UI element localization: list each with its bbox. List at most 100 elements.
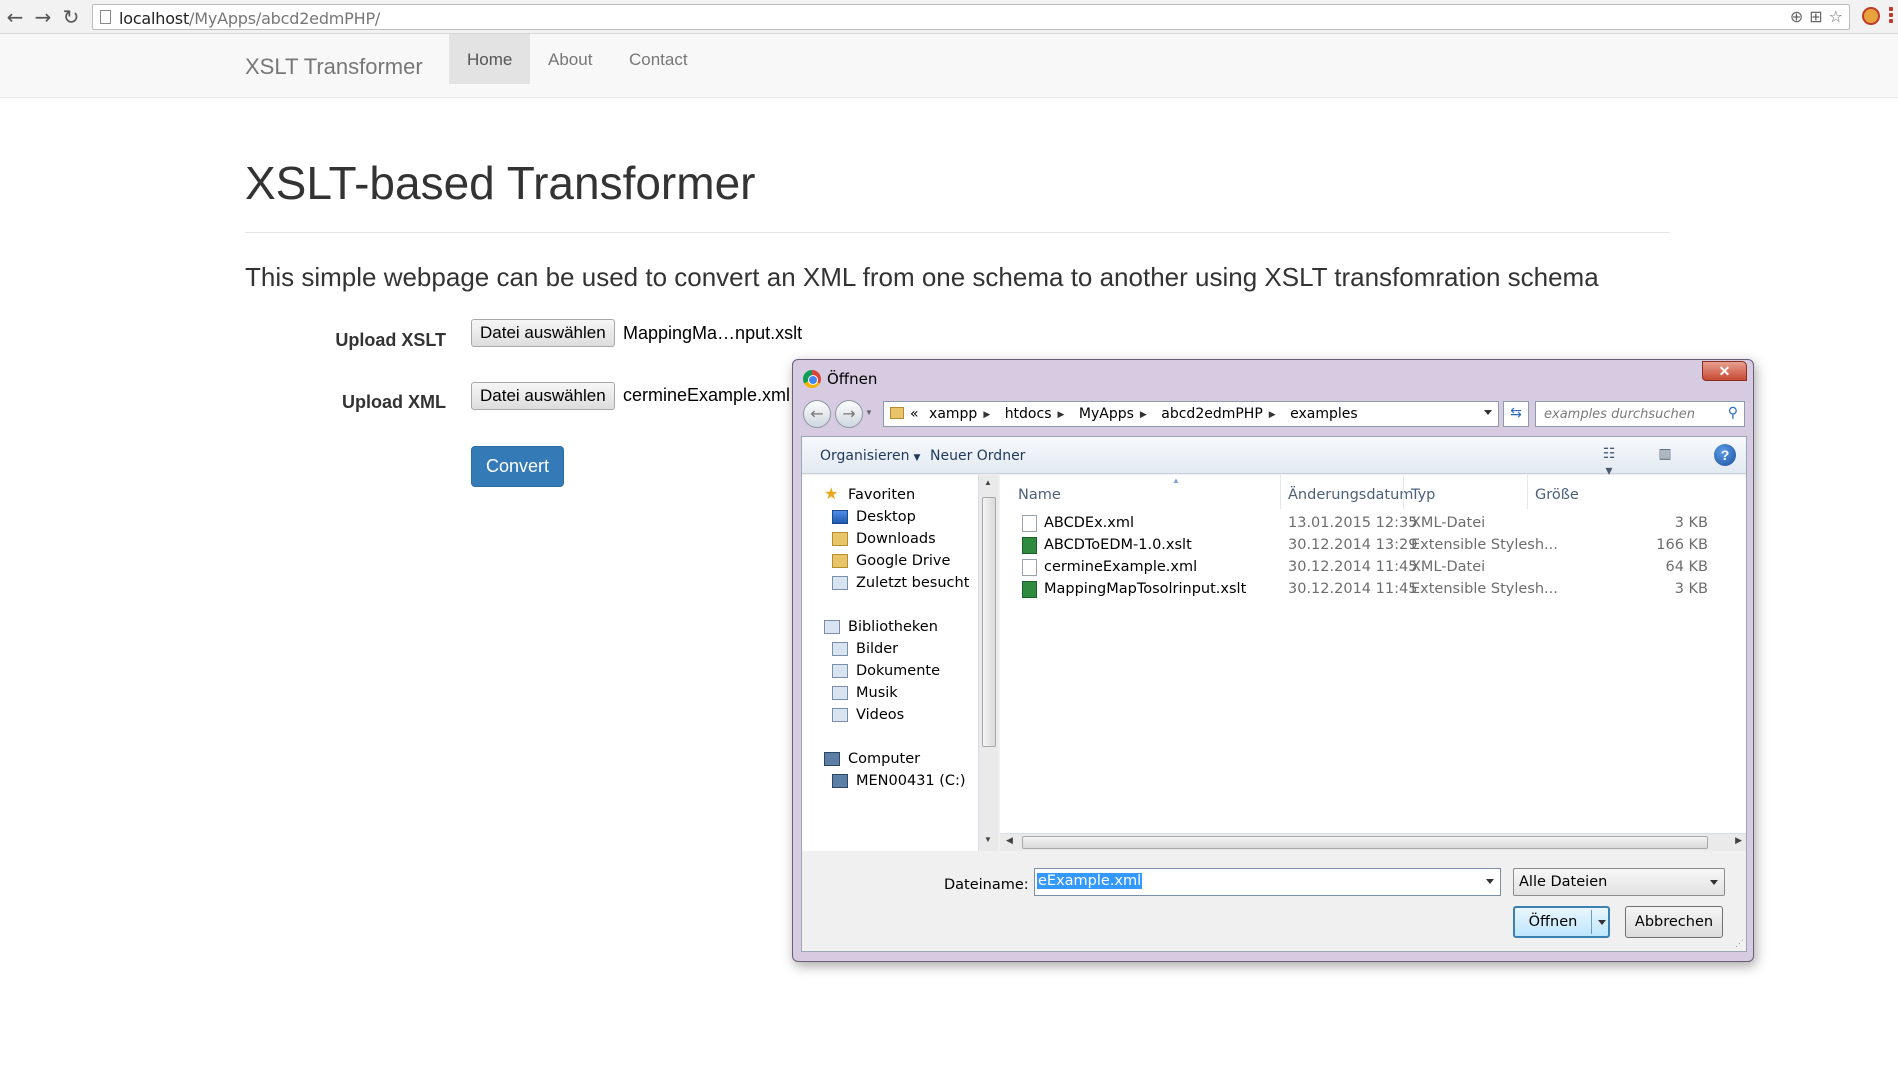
dialog-refresh-icon[interactable]: ⇆ [1503, 401, 1529, 427]
file-row[interactable]: cermineExample.xml 30.12.2014 11:45 XML-… [1000, 557, 1720, 579]
breadcrumb-separator-icon[interactable]: ▶ [983, 410, 990, 420]
nav-pane-scrollbar[interactable]: ▲ ▼ [978, 475, 998, 851]
xml-file-icon [1022, 515, 1037, 532]
reload-icon[interactable]: ↻ [60, 6, 82, 28]
scroll-up-icon[interactable]: ▲ [984, 478, 992, 487]
navbar-brand[interactable]: XSLT Transformer [245, 54, 423, 80]
nav-item-about[interactable]: About [530, 34, 610, 84]
nav-favorites-label: Favoriten [848, 487, 916, 503]
file-name: cermineExample.xml [1044, 559, 1198, 575]
nav-recent-label: Zuletzt besucht [856, 575, 970, 591]
open-options-dropdown-icon[interactable] [1598, 920, 1606, 925]
breadcrumb-item[interactable]: MyApps [1079, 406, 1134, 422]
nav-downloads-label: Downloads [856, 531, 936, 547]
url-text: localhost/MyApps/abcd2edmPHP/ [119, 9, 380, 28]
breadcrumb: « xampp ▶ htdocs ▶ MyApps ▶ abcd2edmPHP ▶ ex… [910, 406, 1364, 422]
file-list-scrollbar[interactable]: ◀ ▶ [1000, 833, 1746, 851]
file-size: 64 KB [1665, 559, 1708, 575]
breadcrumb-item[interactable]: xampp [929, 406, 977, 422]
xslt-file-button[interactable]: Datei auswählen [471, 319, 615, 347]
file-type: XML-Datei [1411, 515, 1486, 531]
breadcrumb-item[interactable]: htdocs [1005, 406, 1052, 422]
filename-input[interactable]: eExample.xml [1034, 868, 1501, 896]
new-folder-button[interactable]: Neuer Ordner [930, 448, 1025, 464]
nav-videos-label: Videos [856, 707, 905, 723]
nav-item-contact[interactable]: Contact [611, 34, 706, 84]
resize-grip-icon[interactable]: ⋰ [1735, 938, 1744, 949]
dialog-forward-icon[interactable]: → [835, 400, 863, 428]
file-row[interactable]: MappingMapTosolrinput.xslt 30.12.2014 11… [1000, 579, 1720, 601]
file-row[interactable]: ABCDEx.xml 13.01.2015 12:35 XML-Datei 3 … [1000, 513, 1720, 535]
column-size[interactable]: Größe [1535, 487, 1579, 503]
column-divider[interactable] [1403, 475, 1404, 509]
column-divider[interactable] [1280, 475, 1281, 509]
url-host: localhost [119, 9, 190, 28]
forward-arrow-icon[interactable]: → [32, 6, 54, 28]
chevron-down-icon [1710, 880, 1718, 885]
column-date[interactable]: Änderungsdatum [1288, 487, 1413, 503]
upload-xml-label: Upload XML [342, 392, 446, 412]
split-divider [1591, 910, 1592, 934]
filename-dropdown-icon[interactable] [1486, 879, 1494, 884]
address-bar[interactable]: localhost/MyApps/abcd2edmPHP/ ⊕ ⊞ ☆ [92, 4, 1850, 30]
back-arrow-icon[interactable]: ← [4, 6, 26, 28]
help-icon[interactable]: ? [1714, 444, 1736, 466]
column-divider[interactable] [1527, 475, 1528, 509]
dialog-search-input[interactable]: examples durchsuchen ⚲ [1535, 401, 1745, 427]
file-type-value: Alle Dateien [1519, 874, 1608, 890]
xslt-file-icon [1022, 581, 1037, 598]
path-dropdown-icon[interactable] [1484, 410, 1492, 415]
breadcrumb-separator-icon[interactable]: ▶ [1140, 410, 1147, 420]
libraries-icon [824, 620, 840, 634]
breadcrumb-item[interactable]: abcd2edmPHP [1161, 406, 1263, 422]
nav-computer-label: Computer [848, 751, 921, 767]
file-type-select[interactable]: Alle Dateien [1513, 868, 1725, 896]
scroll-left-icon[interactable]: ◀ [1006, 835, 1013, 846]
extension-icon[interactable] [1862, 7, 1880, 25]
scroll-right-icon[interactable]: ▶ [1735, 835, 1742, 846]
file-row[interactable]: ABCDToEDM-1.0.xslt 30.12.2014 13:29 Exte… [1000, 535, 1720, 557]
translate-icon[interactable]: ⊞ [1809, 7, 1822, 26]
dialog-title: Öffnen [827, 370, 878, 388]
breadcrumb-overflow[interactable]: « [910, 406, 919, 422]
dialog-path-bar[interactable]: « xampp ▶ htdocs ▶ MyApps ▶ abcd2edmPHP ▶ ex… [883, 401, 1499, 427]
documents-icon [832, 664, 848, 678]
view-mode-icon[interactable]: ☷ ▾ [1598, 445, 1620, 478]
search-placeholder: examples durchsuchen [1544, 407, 1695, 422]
scrollbar-thumb[interactable] [982, 497, 996, 747]
scrollbar-thumb[interactable] [1022, 836, 1708, 849]
breadcrumb-separator-icon[interactable]: ▶ [1269, 410, 1276, 420]
file-date: 13.01.2015 12:35 [1288, 515, 1418, 531]
browser-toolbar: ← → ↻ localhost/MyApps/abcd2edmPHP/ ⊕ ⊞ ☆ [0, 0, 1898, 34]
zoom-icon[interactable]: ⊕ [1790, 7, 1803, 26]
breadcrumb-separator-icon[interactable]: ▶ [1058, 410, 1065, 420]
xslt-file-icon [1022, 537, 1037, 554]
file-size: 166 KB [1656, 537, 1708, 553]
column-name[interactable]: Name [1018, 487, 1061, 503]
chevron-down-icon: ▼ [913, 453, 921, 463]
history-dropdown-icon[interactable]: ▼ [865, 408, 873, 417]
nav-music-label: Musik [856, 685, 898, 701]
open-button[interactable]: Öffnen [1513, 906, 1610, 938]
preview-pane-icon[interactable]: ▥ [1654, 445, 1676, 465]
browser-menu-icon[interactable] [1886, 5, 1896, 27]
xml-file-button[interactable]: Datei auswählen [471, 382, 615, 410]
search-icon[interactable]: ⚲ [1728, 405, 1738, 421]
file-type: Extensible Stylesh... [1411, 537, 1558, 553]
breadcrumb-item[interactable]: examples [1290, 406, 1358, 422]
bookmark-star-icon[interactable]: ☆ [1829, 7, 1843, 26]
convert-button[interactable]: Convert [471, 446, 564, 487]
dialog-back-icon[interactable]: ← [803, 400, 831, 428]
filename-selected-text: eExample.xml [1037, 873, 1143, 889]
organize-menu[interactable]: Organisieren ▼ [820, 448, 920, 464]
filename-label: Dateiname: [944, 877, 1029, 893]
site-navbar: XSLT Transformer Home About Contact [0, 34, 1898, 98]
column-type[interactable]: Typ [1411, 487, 1435, 503]
nav-libraries-label: Bibliotheken [848, 619, 938, 635]
open-button-label: Öffnen [1528, 914, 1578, 930]
dialog-close-button[interactable]: ✕ [1702, 361, 1747, 381]
nav-item-home[interactable]: Home [449, 34, 531, 84]
scroll-down-icon[interactable]: ▼ [984, 835, 992, 844]
cancel-button[interactable]: Abbrechen [1625, 906, 1723, 938]
xml-file-name: cermineExample.xml [623, 385, 791, 405]
